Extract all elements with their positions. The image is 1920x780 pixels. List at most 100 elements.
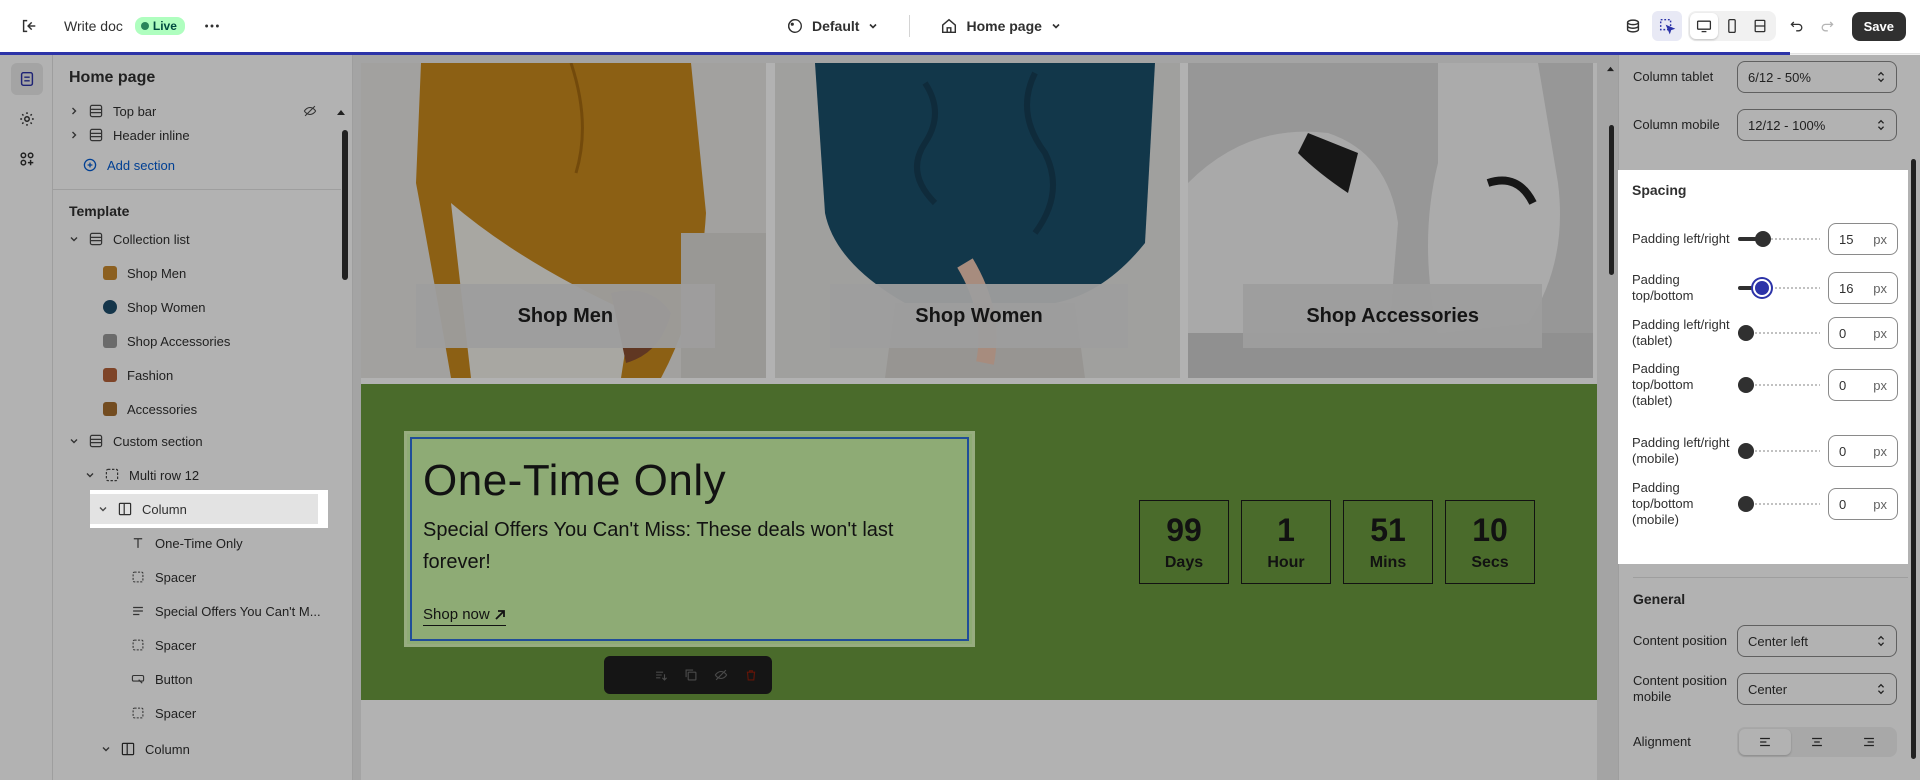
chevron-down-icon[interactable]: [99, 742, 113, 756]
chevron-down-icon[interactable]: [83, 468, 97, 482]
spacing-label: Padding left/right (mobile): [1632, 435, 1730, 466]
padding-input[interactable]: 0 px: [1828, 435, 1898, 467]
desktop-icon[interactable]: [1689, 13, 1718, 39]
chevron-down-icon: [867, 20, 879, 32]
content-position-select[interactable]: Center left: [1737, 625, 1897, 657]
duplicate-icon[interactable]: [682, 666, 700, 684]
panel-scrollbar[interactable]: [1911, 159, 1916, 759]
sidebar-scrollbar[interactable]: [342, 130, 348, 280]
tree-item-spacer[interactable]: Spacer: [53, 563, 341, 591]
hide-icon[interactable]: [712, 666, 730, 684]
tree-item-custom-section[interactable]: Custom section: [53, 427, 341, 455]
tree-item-shop-accessories[interactable]: Shop Accessories: [53, 327, 341, 355]
preview-scrollbar[interactable]: [1609, 125, 1614, 275]
padding-input[interactable]: 0 px: [1828, 488, 1898, 520]
card-label: Shop Accessories: [1243, 284, 1543, 348]
sidebar-title: Home page: [69, 69, 156, 86]
tree-item-label: Shop Women: [127, 299, 206, 315]
tree-item-collection-list[interactable]: Collection list: [53, 225, 341, 253]
padding-slider[interactable]: [1738, 280, 1820, 296]
chevron-down-icon[interactable]: [67, 434, 81, 448]
tree-item-special-offers[interactable]: Special Offers You Can't M...: [53, 597, 341, 625]
mobile-icon[interactable]: [1718, 13, 1746, 39]
arrow-up-right-icon: [494, 609, 506, 621]
slider-handle[interactable]: [1738, 377, 1754, 393]
chevron-down-icon[interactable]: [96, 502, 110, 516]
select-arrows-icon: [1876, 683, 1886, 695]
tree-item-shop-men[interactable]: Shop Men: [53, 259, 341, 287]
collection-card-accessories[interactable]: Shop Accessories: [1188, 63, 1597, 378]
countdown-value: 99: [1166, 512, 1202, 548]
align-left-icon[interactable]: [1739, 729, 1791, 755]
padding-slider[interactable]: [1738, 443, 1820, 459]
scroll-up-icon[interactable]: [336, 108, 346, 116]
slider-handle[interactable]: [1738, 443, 1754, 459]
move-icon[interactable]: [652, 666, 670, 684]
select-value: Center left: [1748, 633, 1808, 649]
align-center-icon[interactable]: [1791, 729, 1843, 755]
countdown-unit: Mins: [1369, 554, 1407, 571]
tree-item-column[interactable]: Column: [53, 735, 341, 763]
trash-icon[interactable]: [742, 666, 760, 684]
tree-item-column-selected[interactable]: Column: [90, 494, 318, 524]
preview-canvas: Shop Men Shop Women Shop Accessories One…: [361, 63, 1597, 780]
chevron-down-icon[interactable]: [67, 232, 81, 246]
padding-input[interactable]: 0 px: [1828, 369, 1898, 401]
align-right-icon[interactable]: [1843, 729, 1895, 755]
redo-icon[interactable]: [1812, 11, 1842, 41]
database-icon[interactable]: [1618, 11, 1648, 41]
sections-icon[interactable]: [11, 63, 43, 95]
column-mobile-select[interactable]: 12/12 - 100%: [1737, 109, 1897, 141]
promo-description[interactable]: Special Offers You Can't Miss: These dea…: [423, 514, 923, 578]
chevron-right-icon[interactable]: [67, 128, 81, 142]
padding-input[interactable]: 15 px: [1828, 223, 1898, 255]
image-thumbnail-icon: [101, 366, 119, 384]
tree-item-fashion[interactable]: Fashion: [53, 361, 341, 389]
tree-item-shop-women[interactable]: Shop Women: [53, 293, 341, 321]
tree-item-button[interactable]: Button: [53, 665, 341, 693]
spacing-row: Padding left/right (mobile) 0 px: [1632, 429, 1908, 473]
exit-icon[interactable]: [14, 11, 44, 41]
spacing-highlight: Spacing Padding left/right 15 px Padding top…: [1618, 170, 1908, 564]
tree-item-spacer[interactable]: Spacer: [53, 631, 341, 659]
top-bar: Write doc Live Default Home page Save: [0, 0, 1920, 55]
padding-slider[interactable]: [1738, 325, 1820, 341]
slider-handle[interactable]: [1738, 496, 1754, 512]
page-dropdown[interactable]: Home page: [934, 13, 1067, 39]
fullscreen-icon[interactable]: [1746, 13, 1774, 39]
slider-handle[interactable]: [1755, 231, 1771, 247]
collection-card-men[interactable]: Shop Men: [361, 63, 770, 378]
add-section-button[interactable]: Add section: [53, 151, 341, 179]
tree-item-one-time-only[interactable]: One-Time Only: [53, 529, 341, 557]
more-icon[interactable]: [197, 11, 227, 41]
scroll-up-icon[interactable]: [1606, 65, 1615, 72]
slider-handle[interactable]: [1755, 281, 1769, 295]
tree-item-header-inline[interactable]: Header inline: [53, 121, 341, 149]
select-icon[interactable]: [1651, 11, 1682, 41]
eye-off-icon[interactable]: [303, 104, 317, 118]
padding-input[interactable]: 16 px: [1828, 272, 1898, 304]
promo-heading[interactable]: One-Time Only: [423, 456, 726, 506]
content-position-mobile-select[interactable]: Center: [1737, 673, 1897, 705]
selected-tree-highlight: Column: [90, 490, 328, 528]
shop-now-link[interactable]: Shop now: [423, 606, 506, 626]
apps-icon[interactable]: [11, 143, 43, 175]
slider-handle[interactable]: [1738, 325, 1754, 341]
tree-item-spacer[interactable]: Spacer: [53, 699, 341, 727]
padding-slider[interactable]: [1738, 231, 1820, 247]
padding-slider[interactable]: [1738, 496, 1820, 512]
chevron-right-icon[interactable]: [67, 104, 81, 118]
theme-dropdown[interactable]: Default: [780, 13, 885, 39]
gear-icon[interactable]: [11, 103, 43, 135]
column-tablet-select[interactable]: 6/12 - 50%: [1737, 61, 1897, 93]
selected-column-block[interactable]: One-Time Only Special Offers You Can't M…: [404, 431, 975, 647]
padding-input[interactable]: 0 px: [1828, 317, 1898, 349]
tree-item-label: Column: [142, 501, 187, 517]
undo-icon[interactable]: [1782, 11, 1812, 41]
padding-slider[interactable]: [1738, 377, 1820, 393]
tree-item-label: Header inline: [113, 127, 190, 143]
tree-item-accessories[interactable]: Accessories: [53, 395, 341, 423]
save-button[interactable]: Save: [1851, 11, 1906, 41]
collection-card-women[interactable]: Shop Women: [774, 63, 1184, 378]
tree-item-multi-row[interactable]: Multi row 12: [53, 461, 341, 489]
